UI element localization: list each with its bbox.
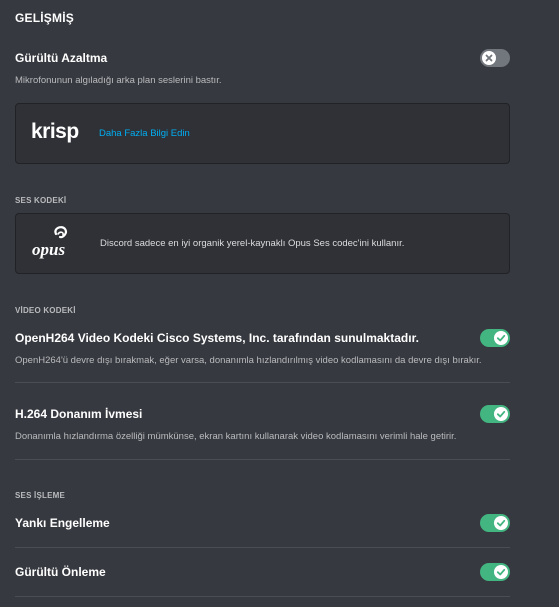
check-icon: [496, 519, 506, 527]
divider: [15, 459, 510, 460]
h264-hw-toggle[interactable]: [480, 405, 510, 423]
toggle-knob: [494, 331, 508, 345]
check-icon: [496, 568, 506, 576]
video-codec-header: VİDEO KODEKİ: [15, 306, 76, 315]
toggle-knob: [494, 516, 508, 530]
krisp-card: krisp Daha Fazla Bilgi Edin: [15, 103, 510, 164]
noise-suppression-title: Gürültü Önleme: [15, 565, 106, 579]
check-icon: [496, 410, 506, 418]
opus-logo-mark: opus: [32, 226, 68, 259]
h264-hw-description: Donanımla hızlandırma özelliği mümkünse,…: [15, 431, 457, 442]
noise-reduction-title: Gürültü Azaltma: [15, 51, 108, 65]
toggle-knob: [494, 407, 508, 421]
openh264-title: OpenH264 Video Kodeki Cisco Systems, Inc…: [15, 331, 419, 345]
opus-logo-text: opus: [32, 240, 65, 259]
h264-hw-title: H.264 Donanım İvmesi: [15, 407, 143, 421]
openh264-toggle[interactable]: [480, 329, 510, 347]
echo-cancellation-toggle[interactable]: [480, 514, 510, 532]
openh264-description: OpenH264'ü devre dışı bırakmak, eğer var…: [15, 355, 482, 366]
opus-logo: opus: [30, 225, 92, 264]
toggle-knob: [482, 51, 496, 65]
divider: [15, 382, 510, 383]
noise-reduction-toggle[interactable]: [480, 49, 510, 67]
divider: [15, 547, 510, 548]
x-icon: [485, 54, 493, 62]
echo-cancellation-title: Yankı Engelleme: [15, 516, 110, 530]
divider: [15, 596, 510, 597]
opus-description: Discord sadece en iyi organik yerel-kayn…: [100, 238, 405, 249]
advanced-voice-settings: GELİŞMİŞ Gürültü Azaltma Mikrofonunun al…: [0, 0, 559, 607]
noise-reduction-description: Mikrofonunun algıladığı arka plan sesler…: [15, 75, 222, 86]
audio-codec-header: SES KODEKİ: [15, 196, 67, 205]
audio-processing-header: SES İŞLEME: [15, 491, 66, 500]
noise-suppression-toggle[interactable]: [480, 563, 510, 581]
learn-more-link[interactable]: Daha Fazla Bilgi Edin: [99, 128, 190, 139]
section-title: GELİŞMİŞ: [15, 11, 74, 25]
opus-card: opus Discord sadece en iyi organik yerel…: [15, 213, 510, 274]
toggle-knob: [494, 565, 508, 579]
krisp-logo: krisp: [31, 120, 79, 143]
check-icon: [496, 334, 506, 342]
